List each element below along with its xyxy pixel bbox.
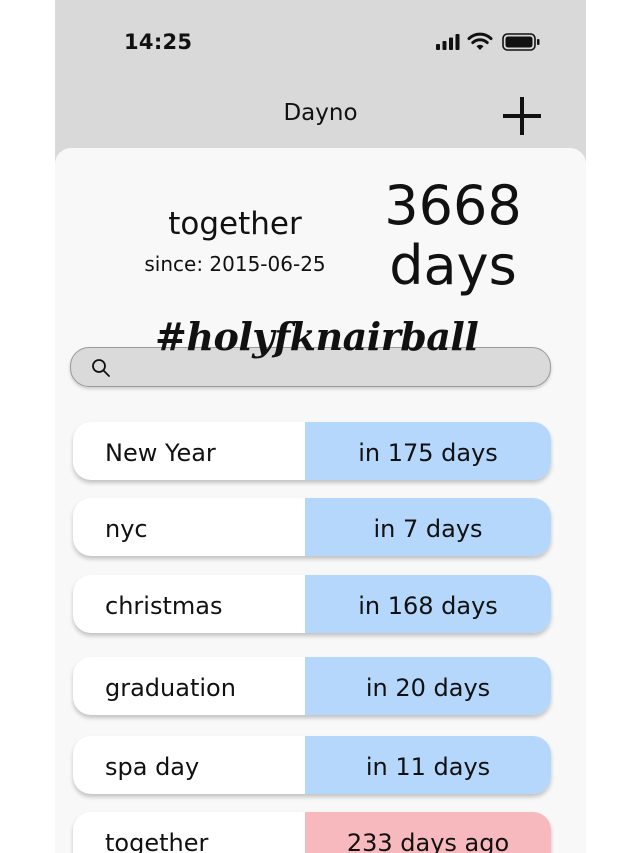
wifi-icon: [467, 32, 493, 50]
plus-icon: [503, 97, 541, 135]
status-time: 14:25: [124, 30, 193, 54]
event-countdown-badge: in 20 days: [305, 657, 551, 715]
event-countdown-badge: 233 days ago: [305, 812, 551, 853]
featured-day-count: 3668: [384, 174, 522, 237]
event-countdown-badge: in 175 days: [305, 422, 551, 480]
phone-screen: 14:25 Dayno together since: 2015-06-25 3…: [55, 0, 586, 853]
featured-event-name: together: [168, 206, 302, 242]
featured-day-unit: days: [389, 234, 517, 297]
event-row-spa-day[interactable]: spa day in 11 days: [73, 736, 551, 794]
event-row-christmas[interactable]: christmas in 168 days: [73, 575, 551, 633]
event-countdown-badge: in 7 days: [305, 498, 551, 556]
cellular-signal-icon: [436, 34, 460, 50]
content-sheet: together since: 2015-06-25 3668 days #ho…: [55, 148, 586, 853]
hashtag-overlay: #holyfknairball: [155, 314, 479, 359]
event-name: together: [105, 829, 209, 853]
battery-icon: [502, 33, 540, 51]
event-name: graduation: [105, 674, 236, 702]
event-row-nyc[interactable]: nyc in 7 days: [73, 498, 551, 556]
app-header: Dayno: [55, 84, 586, 148]
event-name: spa day: [105, 753, 200, 781]
event-name: christmas: [105, 592, 223, 620]
event-row-together[interactable]: together 233 days ago: [73, 812, 551, 853]
event-name: nyc: [105, 515, 148, 543]
event-row-new-year[interactable]: New Year in 175 days: [73, 422, 551, 480]
event-row-graduation[interactable]: graduation in 20 days: [73, 657, 551, 715]
event-countdown-badge: in 168 days: [305, 575, 551, 633]
add-event-button[interactable]: [500, 94, 544, 138]
search-icon: [92, 359, 110, 377]
event-name: New Year: [105, 439, 216, 467]
event-countdown-badge: in 11 days: [305, 736, 551, 794]
status-bar: 14:25: [55, 0, 586, 84]
featured-since-date: since: 2015-06-25: [144, 252, 326, 276]
